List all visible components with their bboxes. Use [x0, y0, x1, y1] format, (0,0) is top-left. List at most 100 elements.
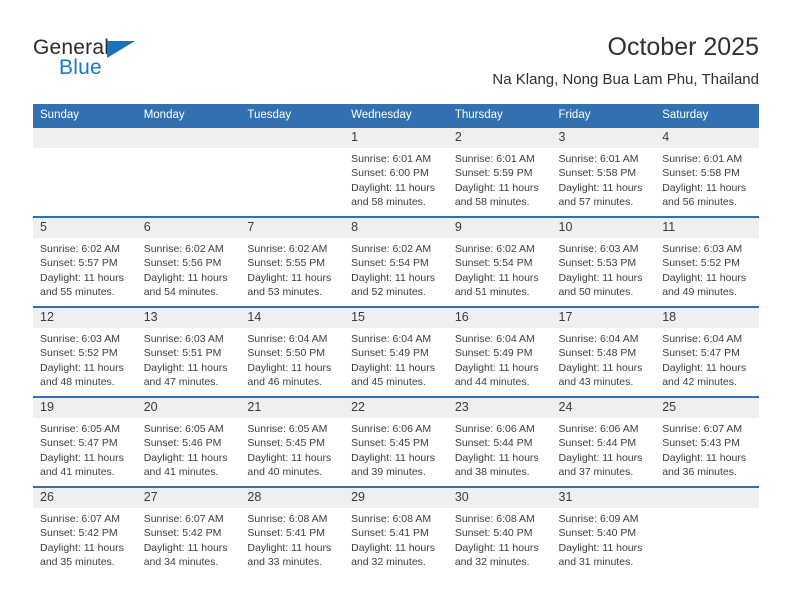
- daylight-text-line2: and 45 minutes.: [351, 376, 426, 389]
- calendar-week-row: 12 Sunrise: 6:03 AM Sunset: 5:52 PM Dayligh…: [33, 306, 759, 397]
- sunset-text: Sunset: 5:47 PM: [40, 437, 118, 450]
- sunrise-text: Sunrise: 6:02 AM: [247, 243, 328, 255]
- day-sun-info: Sunrise: 6:09 AM Sunset: 5:40 PM Daylight:…: [552, 508, 656, 570]
- calendar-day-cell[interactable]: 24 Sunrise: 6:06 AM Sunset: 5:44 PM Dayligh…: [551, 396, 656, 487]
- daylight-text-line1: Daylight: 11 hours: [247, 451, 332, 464]
- day-number: 31: [551, 488, 656, 508]
- calendar-day-cell[interactable]: 2 Sunrise: 6:01 AM Sunset: 5:59 PM Daylight…: [447, 126, 552, 217]
- sunset-text: Sunset: 5:48 PM: [558, 347, 637, 360]
- calendar-day-cell[interactable]: 30 Sunrise: 6:08 AM Sunset: 5:40 PM Dayligh…: [447, 486, 552, 576]
- day-cell-inner: 30 Sunrise: 6:08 AM Sunset: 5:40 PM Dayligh…: [447, 488, 552, 576]
- title-block: October 2025 Na Klang, Nong Bua Lam Phu,…: [492, 32, 759, 89]
- calendar-day-cell[interactable]: 17 Sunrise: 6:04 AM Sunset: 5:48 PM Dayligh…: [551, 306, 656, 397]
- sunset-text: Sunset: 5:53 PM: [558, 257, 637, 270]
- weekday-header-monday: Monday: [136, 104, 241, 127]
- calendar-day-cell[interactable]: 4 Sunrise: 6:01 AM Sunset: 5:58 PM Daylight…: [655, 126, 759, 217]
- calendar-day-cell[interactable]: 6 Sunrise: 6:02 AM Sunset: 5:56 PM Daylight…: [136, 216, 241, 307]
- sunrise-text: Sunrise: 6:01 AM: [662, 153, 743, 165]
- sunrise-text: Sunrise: 6:05 AM: [247, 423, 328, 435]
- day-number: 16: [447, 308, 552, 328]
- calendar-day-cell[interactable]: 19 Sunrise: 6:05 AM Sunset: 5:47 PM Dayligh…: [33, 396, 137, 487]
- day-number: 28: [240, 488, 345, 508]
- day-sun-info: Sunrise: 6:03 AM Sunset: 5:51 PM Daylight:…: [137, 328, 241, 390]
- day-number: 8: [344, 218, 448, 238]
- calendar-day-cell[interactable]: 29 Sunrise: 6:08 AM Sunset: 5:41 PM Dayligh…: [344, 486, 448, 576]
- calendar-day-cell[interactable]: 7 Sunrise: 6:02 AM Sunset: 5:55 PM Daylight…: [240, 216, 345, 307]
- calendar-day-cell[interactable]: 31 Sunrise: 6:09 AM Sunset: 5:40 PM Dayligh…: [551, 486, 656, 576]
- sunrise-text: Sunrise: 6:05 AM: [40, 423, 120, 435]
- day-cell-inner: 9 Sunrise: 6:02 AM Sunset: 5:54 PM Daylight…: [447, 218, 552, 306]
- calendar-day-cell[interactable]: 11 Sunrise: 6:03 AM Sunset: 5:52 PM Dayligh…: [655, 216, 759, 307]
- daylight-text-line1: Daylight: 11 hours: [662, 361, 747, 374]
- daylight-text-line1: Daylight: 11 hours: [454, 271, 539, 284]
- day-sun-info: Sunrise: 6:05 AM Sunset: 5:46 PM Daylight:…: [137, 418, 241, 480]
- day-cell-inner: [136, 128, 241, 216]
- day-sun-info: Sunrise: 6:03 AM Sunset: 5:53 PM Daylight:…: [552, 238, 656, 300]
- day-cell-inner: 12 Sunrise: 6:03 AM Sunset: 5:52 PM Dayligh…: [33, 308, 137, 396]
- calendar-day-cell[interactable]: 15 Sunrise: 6:04 AM Sunset: 5:49 PM Dayligh…: [344, 306, 448, 397]
- day-number: 11: [655, 218, 759, 238]
- calendar-day-cell[interactable]: 18 Sunrise: 6:04 AM Sunset: 5:47 PM Dayligh…: [655, 306, 759, 397]
- calendar-day-cell[interactable]: 5 Sunrise: 6:02 AM Sunset: 5:57 PM Daylight…: [33, 216, 137, 307]
- calendar-day-cell[interactable]: 28 Sunrise: 6:08 AM Sunset: 5:41 PM Dayligh…: [240, 486, 345, 576]
- day-cell-inner: 29 Sunrise: 6:08 AM Sunset: 5:41 PM Dayligh…: [344, 488, 448, 576]
- daylight-text-line1: Daylight: 11 hours: [454, 541, 539, 554]
- day-number: 6: [136, 218, 241, 238]
- daylight-text-line1: Daylight: 11 hours: [351, 541, 435, 554]
- daylight-text-line2: and 33 minutes.: [247, 556, 323, 569]
- calendar-day-cell[interactable]: 16 Sunrise: 6:04 AM Sunset: 5:49 PM Dayligh…: [447, 306, 552, 397]
- calendar-day-cell[interactable]: 3 Sunrise: 6:01 AM Sunset: 5:58 PM Daylight…: [551, 126, 656, 217]
- daylight-text-line2: and 44 minutes.: [454, 376, 530, 389]
- calendar-day-cell[interactable]: 21 Sunrise: 6:05 AM Sunset: 5:45 PM Dayligh…: [240, 396, 345, 487]
- day-sun-info: Sunrise: 6:02 AM Sunset: 5:54 PM Daylight:…: [448, 238, 552, 300]
- daylight-text-line2: and 58 minutes.: [351, 196, 426, 209]
- day-number: 23: [447, 398, 552, 418]
- calendar-day-cell[interactable]: 14 Sunrise: 6:04 AM Sunset: 5:50 PM Dayligh…: [240, 306, 345, 397]
- sunrise-text: Sunrise: 6:02 AM: [40, 243, 120, 255]
- sunset-text: Sunset: 5:52 PM: [662, 257, 740, 270]
- daylight-text-line2: and 56 minutes.: [662, 196, 737, 209]
- sunrise-text: Sunrise: 6:08 AM: [351, 513, 432, 525]
- daylight-text-line2: and 38 minutes.: [454, 466, 530, 479]
- day-number: 26: [33, 488, 137, 508]
- brand-logo[interactable]: General Blue: [33, 36, 223, 88]
- calendar-day-cell[interactable]: 9 Sunrise: 6:02 AM Sunset: 5:54 PM Daylight…: [447, 216, 552, 307]
- day-sun-info: Sunrise: 6:05 AM Sunset: 5:45 PM Daylight:…: [240, 418, 344, 480]
- daylight-text-line2: and 42 minutes.: [662, 376, 737, 389]
- day-sun-info: Sunrise: 6:05 AM Sunset: 5:47 PM Daylight:…: [33, 418, 137, 480]
- calendar-week-row: 5 Sunrise: 6:02 AM Sunset: 5:57 PM Daylight…: [33, 216, 759, 307]
- calendar-day-cell[interactable]: 13 Sunrise: 6:03 AM Sunset: 5:51 PM Dayligh…: [136, 306, 241, 397]
- daylight-text-line1: Daylight: 11 hours: [351, 271, 435, 284]
- daylight-text-line2: and 36 minutes.: [662, 466, 737, 479]
- day-number: 24: [551, 398, 656, 418]
- day-cell-inner: 10 Sunrise: 6:03 AM Sunset: 5:53 PM Dayligh…: [551, 218, 656, 306]
- calendar-day-cell[interactable]: 27 Sunrise: 6:07 AM Sunset: 5:42 PM Dayligh…: [136, 486, 241, 576]
- calendar-day-cell[interactable]: 20 Sunrise: 6:05 AM Sunset: 5:46 PM Dayligh…: [136, 396, 241, 487]
- daylight-text-line2: and 53 minutes.: [247, 286, 323, 299]
- day-sun-info: Sunrise: 6:06 AM Sunset: 5:45 PM Daylight:…: [344, 418, 448, 480]
- sunrise-text: Sunrise: 6:09 AM: [558, 513, 639, 525]
- calendar-day-cell[interactable]: 1 Sunrise: 6:01 AM Sunset: 6:00 PM Daylight…: [344, 126, 448, 217]
- day-cell-inner: 6 Sunrise: 6:02 AM Sunset: 5:56 PM Daylight…: [136, 218, 241, 306]
- daylight-text-line2: and 34 minutes.: [143, 556, 219, 569]
- calendar-day-cell[interactable]: 26 Sunrise: 6:07 AM Sunset: 5:42 PM Dayligh…: [33, 486, 137, 576]
- day-cell-inner: 28 Sunrise: 6:08 AM Sunset: 5:41 PM Dayligh…: [240, 488, 345, 576]
- day-number: 17: [551, 308, 656, 328]
- sunrise-text: Sunrise: 6:03 AM: [662, 243, 743, 255]
- calendar-day-cell[interactable]: 22 Sunrise: 6:06 AM Sunset: 5:45 PM Dayligh…: [344, 396, 448, 487]
- sunrise-text: Sunrise: 6:02 AM: [143, 243, 224, 255]
- day-sun-info: Sunrise: 6:01 AM Sunset: 5:58 PM Daylight:…: [655, 148, 759, 210]
- calendar-day-cell[interactable]: 23 Sunrise: 6:06 AM Sunset: 5:44 PM Dayligh…: [447, 396, 552, 487]
- calendar-day-cell[interactable]: 25 Sunrise: 6:07 AM Sunset: 5:43 PM Dayligh…: [655, 396, 759, 487]
- sunset-text: Sunset: 5:52 PM: [40, 347, 118, 360]
- page-header: General Blue October 2025 Na Klang, Nong…: [0, 0, 792, 103]
- sunset-text: Sunset: 5:55 PM: [247, 257, 326, 270]
- calendar-day-cell[interactable]: 8 Sunrise: 6:02 AM Sunset: 5:54 PM Daylight…: [344, 216, 448, 307]
- daylight-text-line1: Daylight: 11 hours: [40, 361, 124, 374]
- daylight-text-line2: and 47 minutes.: [143, 376, 219, 389]
- calendar-day-cell[interactable]: 12 Sunrise: 6:03 AM Sunset: 5:52 PM Dayligh…: [33, 306, 137, 397]
- calendar-day-cell[interactable]: 10 Sunrise: 6:03 AM Sunset: 5:53 PM Dayligh…: [551, 216, 656, 307]
- day-number: 4: [655, 128, 759, 148]
- sunrise-text: Sunrise: 6:03 AM: [558, 243, 639, 255]
- sunset-text: Sunset: 5:40 PM: [454, 527, 533, 540]
